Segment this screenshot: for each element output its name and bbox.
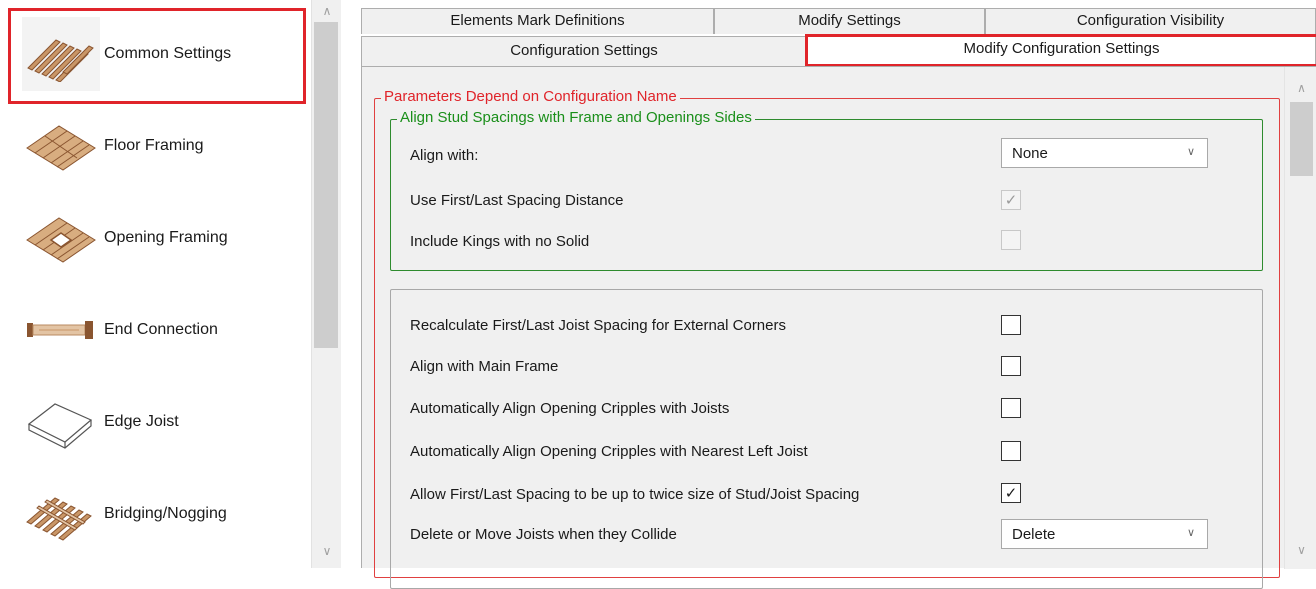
sidebar-item-label: Common Settings bbox=[104, 45, 232, 62]
tab-content-area: Parameters Depend on Configuration Name … bbox=[361, 66, 1316, 589]
sidebar-item-label: Floor Framing bbox=[104, 137, 204, 154]
sidebar-item-label: End Connection bbox=[104, 321, 218, 338]
check-icon: ✓ bbox=[1004, 192, 1018, 209]
option-label: Automatically Align Opening Cripples wit… bbox=[410, 400, 730, 417]
tab-modify-settings[interactable]: Modify Settings bbox=[714, 8, 985, 34]
settings-panel: Elements Mark Definitions Modify Setting… bbox=[344, 0, 1316, 589]
sidebar-item-common-settings[interactable]: Common Settings bbox=[0, 8, 310, 100]
end-connection-icon bbox=[22, 293, 100, 367]
align-with-value: None bbox=[1012, 144, 1048, 162]
opening-framing-icon bbox=[22, 201, 100, 275]
tab-configuration-visibility[interactable]: Configuration Visibility bbox=[985, 8, 1316, 34]
content-scrollbar[interactable]: ∧ ∨ bbox=[1284, 67, 1316, 569]
scroll-up-arrow-icon[interactable]: ∧ bbox=[1285, 81, 1316, 95]
chevron-down-icon: ∨ bbox=[1186, 527, 1195, 539]
use-first-last-label: Use First/Last Spacing Distance bbox=[410, 192, 624, 209]
align-cripples-joists-checkbox[interactable] bbox=[1001, 398, 1021, 418]
scroll-down-arrow-icon[interactable]: ∨ bbox=[1285, 543, 1316, 557]
sidebar-item-bridging-nogging[interactable]: Bridging/Nogging bbox=[0, 468, 310, 560]
sidebar-scrollbar-thumb[interactable] bbox=[314, 22, 338, 348]
align-with-dropdown[interactable]: None ∨ bbox=[1001, 138, 1208, 168]
sidebar-item-opening-framing[interactable]: Opening Framing bbox=[0, 192, 310, 284]
include-kings-checkbox[interactable] bbox=[1001, 230, 1021, 250]
include-kings-label: Include Kings with no Solid bbox=[410, 233, 590, 250]
option-label: Recalculate First/Last Joist Spacing for… bbox=[410, 317, 786, 334]
sidebar-item-end-connection[interactable]: End Connection bbox=[0, 284, 310, 376]
tab-modify-configuration-settings[interactable]: Modify Configuration Settings bbox=[807, 34, 1316, 66]
collide-label: Delete or Move Joists when they Collide bbox=[410, 526, 677, 543]
sidebar-item-floor-framing[interactable]: Floor Framing bbox=[0, 100, 310, 192]
floor-framing-icon bbox=[22, 109, 100, 183]
collide-action-value: Delete bbox=[1012, 525, 1056, 543]
align-stud-spacings-group: Align Stud Spacings with Frame and Openi… bbox=[390, 109, 1263, 271]
chevron-down-icon: ∨ bbox=[1186, 146, 1195, 158]
check-icon: ✓ bbox=[1004, 485, 1018, 502]
sidebar-item-label: Edge Joist bbox=[104, 413, 179, 430]
content-scrollbar-thumb[interactable] bbox=[1290, 102, 1313, 176]
align-main-frame-checkbox[interactable] bbox=[1001, 356, 1021, 376]
recalculate-corners-checkbox[interactable] bbox=[1001, 315, 1021, 335]
allow-double-spacing-checkbox[interactable]: ✓ bbox=[1001, 483, 1021, 503]
tab-configuration-settings[interactable]: Configuration Settings bbox=[361, 36, 807, 66]
parameters-group-title: Parameters Depend on Configuration Name bbox=[381, 88, 680, 105]
align-group-title: Align Stud Spacings with Frame and Openi… bbox=[397, 109, 755, 126]
edge-joist-icon bbox=[22, 385, 100, 459]
sidebar-item-label: Bridging/Nogging bbox=[104, 505, 227, 522]
sidebar-scrollbar[interactable]: ∧ ∨ bbox=[311, 0, 341, 568]
scroll-up-arrow-icon[interactable]: ∧ bbox=[312, 4, 342, 18]
settings-category-list: Common Settings Floor Framing Opening Fr… bbox=[0, 0, 343, 568]
use-first-last-checkbox[interactable]: ✓ bbox=[1001, 190, 1021, 210]
bridging-icon bbox=[22, 477, 100, 551]
sidebar-item-edge-joist[interactable]: Edge Joist bbox=[0, 376, 310, 468]
parameters-group: Parameters Depend on Configuration Name … bbox=[374, 88, 1280, 589]
joists-icon bbox=[22, 17, 100, 91]
option-label: Align with Main Frame bbox=[410, 358, 559, 375]
tab-elements-mark-definitions[interactable]: Elements Mark Definitions bbox=[361, 8, 714, 34]
sidebar-item-label: Opening Framing bbox=[104, 229, 228, 246]
option-label: Automatically Align Opening Cripples wit… bbox=[410, 443, 808, 460]
collide-action-dropdown[interactable]: Delete ∨ bbox=[1001, 519, 1208, 549]
joist-options-group: Recalculate First/Last Joist Spacing for… bbox=[390, 289, 1263, 589]
option-label: Allow First/Last Spacing to be up to twi… bbox=[410, 486, 860, 503]
align-cripples-left-joist-checkbox[interactable] bbox=[1001, 441, 1021, 461]
align-with-label: Align with: bbox=[410, 147, 479, 164]
scroll-down-arrow-icon[interactable]: ∨ bbox=[312, 544, 342, 558]
